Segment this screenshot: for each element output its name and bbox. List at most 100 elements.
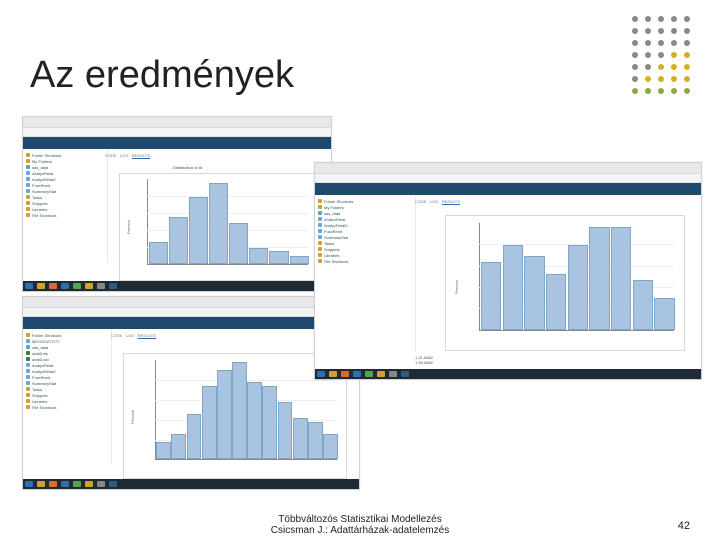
bar (262, 386, 277, 459)
tree-item[interactable]: File Shortcuts (26, 213, 104, 219)
bar (589, 227, 609, 330)
taskbar-icon[interactable] (389, 371, 397, 377)
folder-icon (318, 211, 322, 215)
folder-icon (318, 259, 322, 263)
page-number: 42 (678, 520, 690, 532)
bar (247, 382, 262, 459)
folder-icon (26, 381, 30, 385)
folder-icon (26, 207, 30, 211)
taskbar-icon[interactable] (365, 371, 373, 377)
tab-results[interactable]: RESULTS (132, 153, 150, 159)
taskbar-icon[interactable] (49, 481, 57, 487)
taskbar-icon[interactable] (25, 481, 33, 487)
tab-results[interactable]: RESULTS (138, 333, 156, 339)
sidebar-tree[interactable]: Folder ShortcutsMEGOSZTOTTsas_dataadat2.… (23, 329, 112, 463)
taskbar-icon[interactable] (85, 481, 93, 487)
folder-icon (318, 205, 322, 209)
taskbar-icon[interactable] (85, 283, 93, 289)
taskbar-icon[interactable] (377, 371, 385, 377)
browser-addressbar (315, 174, 701, 183)
tab-log[interactable]: LOG (430, 199, 438, 204)
taskbar-icon[interactable] (341, 371, 349, 377)
tab-code[interactable]: CODE (111, 333, 123, 338)
sidebar-tree[interactable]: Folder ShortcutsMy Folderssas_dataAnalyz… (315, 195, 416, 351)
folder-icon (318, 217, 322, 221)
folder-icon (26, 351, 30, 355)
taskbar-icon[interactable] (73, 283, 81, 289)
chart-title: Distribution of Ár (173, 165, 203, 170)
taskbar-icon[interactable] (97, 481, 105, 487)
bar (187, 414, 202, 460)
windows-taskbar[interactable] (315, 369, 701, 379)
bar (293, 418, 308, 460)
tree-item[interactable]: File Shortcuts (26, 405, 108, 411)
bar (217, 370, 232, 459)
folder-icon (26, 333, 30, 337)
tab-code[interactable]: CODE (415, 199, 427, 204)
folder-icon (26, 183, 30, 187)
ylabel: Percent (126, 220, 131, 234)
taskbar-icon[interactable] (401, 371, 409, 377)
taskbar-icon[interactable] (25, 283, 33, 289)
ylabel: Percent (130, 410, 135, 424)
screenshot-right: Folder ShortcutsMy Folderssas_dataAnalyz… (314, 162, 702, 380)
bar (209, 183, 228, 264)
bar (546, 274, 566, 330)
windows-taskbar[interactable] (23, 281, 331, 291)
bar (524, 256, 544, 329)
taskbar-icon[interactable] (49, 283, 57, 289)
folder-icon (318, 199, 322, 203)
taskbar-icon[interactable] (109, 283, 117, 289)
folder-icon (26, 369, 30, 373)
tab-results[interactable]: RESULTS (442, 199, 460, 205)
taskbar-icon[interactable] (329, 371, 337, 377)
screenshot-bottom-left: Folder ShortcutsMEGOSZTOTTsas_dataadat2.… (22, 296, 360, 490)
browser-titlebar (23, 117, 331, 128)
bar (633, 280, 653, 330)
browser-titlebar (23, 297, 359, 308)
tab-log[interactable]: LOG (126, 333, 134, 338)
folder-icon (318, 253, 322, 257)
folder-icon (26, 345, 30, 349)
taskbar-icon[interactable] (37, 283, 45, 289)
folder-icon (26, 387, 30, 391)
slide-title: Az eredmények (30, 54, 294, 97)
folder-icon (318, 247, 322, 251)
folder-icon (318, 229, 322, 233)
bar (503, 245, 523, 330)
bar (481, 262, 501, 330)
browser-titlebar (315, 163, 701, 174)
taskbar-icon[interactable] (61, 481, 69, 487)
bar (611, 227, 631, 330)
tab-strip[interactable]: CODE LOG RESULTS (111, 333, 156, 338)
sidebar-tree[interactable]: Folder ShortcutsMy Folderssas_dataAnalyz… (23, 149, 108, 263)
tab-log[interactable]: LOG (120, 153, 128, 158)
tab-strip[interactable]: CODE LOG RESULTS (105, 153, 150, 158)
folder-icon (26, 363, 30, 367)
tab-code[interactable]: CODE (105, 153, 117, 158)
folder-icon (26, 213, 30, 217)
folder-icon (318, 241, 322, 245)
taskbar-icon[interactable] (109, 481, 117, 487)
bar (169, 217, 188, 264)
folder-icon (26, 189, 30, 193)
taskbar-icon[interactable] (61, 283, 69, 289)
bar (290, 256, 309, 264)
bar (249, 248, 268, 264)
folder-icon (26, 159, 30, 163)
taskbar-icon[interactable] (317, 371, 325, 377)
browser-addressbar (23, 128, 331, 137)
taskbar-icon[interactable] (73, 481, 81, 487)
ylabel: Percent (454, 280, 459, 294)
bar (308, 422, 323, 460)
tree-item[interactable]: File Shortcuts (318, 259, 412, 265)
windows-taskbar[interactable] (23, 479, 359, 489)
tab-strip[interactable]: CODE LOG RESULTS (415, 199, 460, 204)
folder-icon (26, 195, 30, 199)
sas-header-band (23, 137, 331, 149)
taskbar-icon[interactable] (97, 283, 105, 289)
taskbar-icon[interactable] (353, 371, 361, 377)
bar (189, 197, 208, 264)
taskbar-icon[interactable] (37, 481, 45, 487)
sas-header-band (315, 183, 701, 195)
